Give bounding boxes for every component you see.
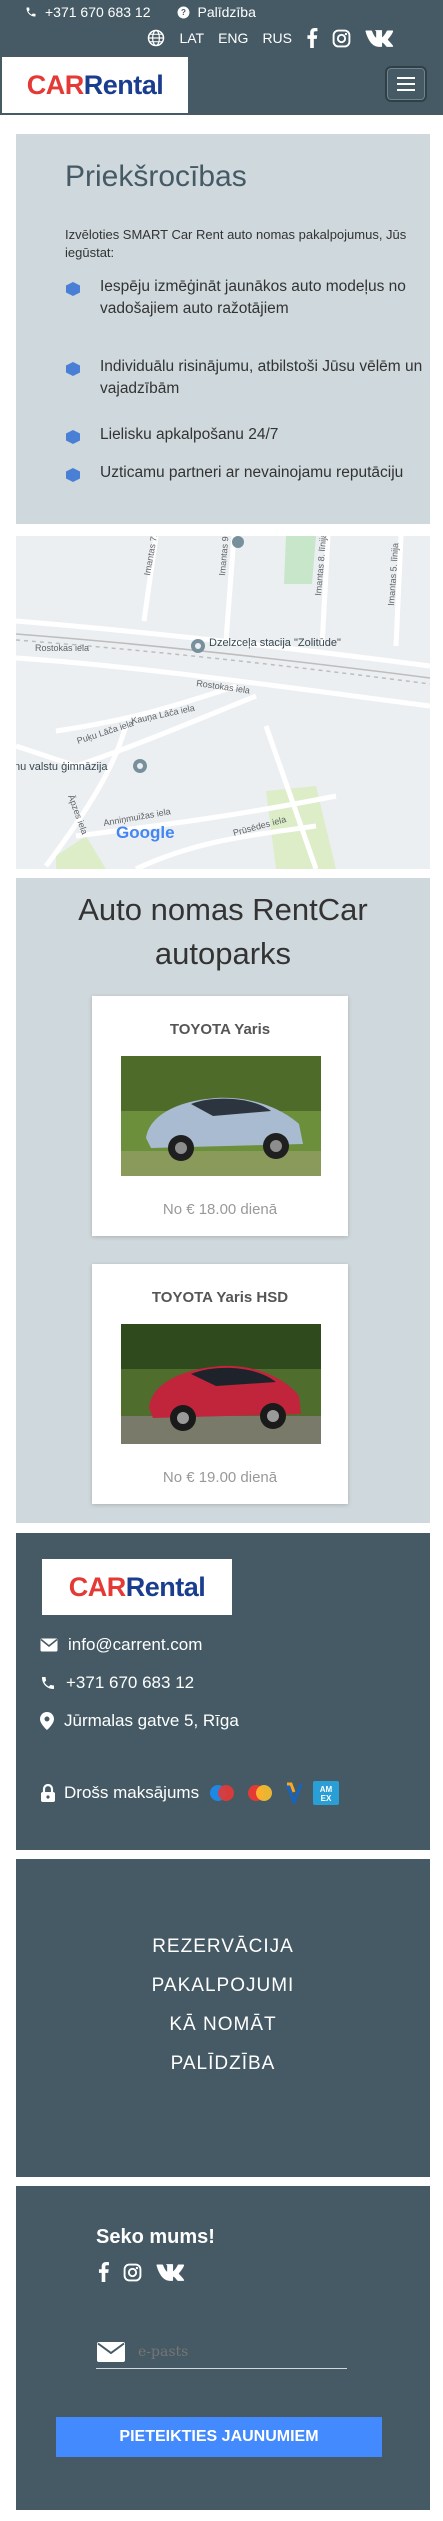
- hamburger-line: [397, 89, 415, 91]
- vk-icon[interactable]: [365, 29, 395, 47]
- amex-icon: AMEX: [313, 1781, 340, 1805]
- link-how-to-rent[interactable]: KĀ NOMĀT: [16, 2014, 430, 2036]
- lang-eng[interactable]: ENG: [218, 30, 248, 46]
- car-photo: [121, 1324, 321, 1444]
- advantages-title: Priekšrocības: [65, 160, 247, 193]
- subscribe-button[interactable]: PIETEIKTIES JAUNUMIEM: [56, 2417, 382, 2457]
- logo-rental: Rental: [83, 69, 164, 100]
- svg-text:EX: EX: [321, 1794, 332, 1803]
- logo-text: CARRental: [69, 1572, 206, 1603]
- advantage-text: Individuālu risinājumu, atbilstoši Jūsu …: [100, 358, 423, 397]
- car-name: TOYOTA Yaris HSD: [151, 1289, 289, 1306]
- map-pin-icon[interactable]: [232, 536, 244, 548]
- advantage-item: Iespēju izmēģināt jaunākos auto modeļus …: [66, 276, 430, 320]
- map-street-label: Rostokas iela: [35, 643, 89, 653]
- header: CARRental: [0, 55, 443, 115]
- envelope-icon: [97, 2341, 125, 2362]
- car-price: No € 19.00 dienā: [162, 1469, 278, 1486]
- svg-text:?: ?: [181, 8, 186, 17]
- contact-email[interactable]: info@carrent.com: [40, 1635, 202, 1655]
- car-name: TOYOTA Yaris: [169, 1021, 271, 1038]
- hexagon-bullet-icon: [66, 282, 80, 296]
- lock-icon: [41, 1783, 55, 1802]
- link-services[interactable]: PAKALPOJUMI: [16, 1975, 430, 1997]
- car-card[interactable]: TOYOTA Yaris No € 18.00 dienā: [92, 996, 348, 1236]
- advantage-item: Lielisku apkalpošanu 24/7: [66, 424, 430, 446]
- link-reservation[interactable]: REZERVĀCIJA: [16, 1936, 430, 1958]
- secure-payment-text: Drošs maksājums: [64, 1783, 200, 1802]
- contact-phone[interactable]: +371 670 683 12: [40, 1673, 194, 1693]
- contact-section: CARRental info@carrent.com +371 670 683 …: [16, 1533, 430, 1850]
- google-logo: Google: [116, 823, 175, 842]
- newsletter-email-input[interactable]: [138, 2343, 338, 2360]
- footer-logo[interactable]: CARRental: [42, 1559, 232, 1615]
- maestro-icon: [210, 1785, 235, 1801]
- advantages-intro: Izvēloties SMART Car Rent auto nomas pak…: [65, 227, 407, 260]
- car-price: No € 18.00 dienā: [162, 1201, 278, 1218]
- advantage-text: Uzticamu partneri ar nevainojamu reputāc…: [100, 464, 404, 481]
- logo-car: CAR: [26, 69, 85, 100]
- advantage-text: Iespēju izmēģināt jaunākos auto modeļus …: [100, 278, 406, 317]
- advantage-item: Individuālu risinājumu, atbilstoši Jūsu …: [66, 356, 430, 400]
- map-canvas[interactable]: Rostokas iela Rostokas iela Kauņa Lāča i…: [16, 536, 430, 869]
- topbar-help-text: Palīdzība: [197, 4, 256, 20]
- fleet-section: Auto nomas RentCar autoparks TOYOTA Yari…: [16, 878, 430, 1523]
- advantage-item: Uzticamu partneri ar nevainojamu reputāc…: [66, 462, 430, 484]
- hamburger-menu-button[interactable]: [385, 66, 427, 102]
- advantage-text: Lielisku apkalpošanu 24/7: [100, 426, 279, 443]
- phone-icon: [26, 7, 36, 17]
- footer-links: REZERVĀCIJA PAKALPOJUMI KĀ NOMĀT PALĪDZĪ…: [16, 1859, 430, 2177]
- instagram-icon[interactable]: [332, 29, 351, 48]
- vk-icon[interactable]: [156, 2263, 186, 2281]
- map-pin-icon[interactable]: [133, 759, 147, 773]
- logo-text: CARRental: [27, 70, 164, 101]
- location-map[interactable]: Rostokas iela Rostokas iela Kauņa Lāča i…: [16, 536, 430, 869]
- logo-rental: Rental: [125, 1571, 206, 1602]
- hamburger-line: [397, 83, 415, 85]
- car-card[interactable]: TOYOTA Yaris HSD No € 19.00 dienā: [92, 1264, 348, 1504]
- topbar-phone-text: +371 670 683 12: [45, 4, 151, 20]
- map-pin-icon[interactable]: [191, 639, 205, 653]
- newsletter-email-field[interactable]: [96, 2335, 347, 2369]
- globe-icon: [148, 29, 165, 47]
- visa-icon: [285, 1782, 303, 1804]
- hexagon-bullet-icon: [66, 362, 80, 376]
- mastercard-icon: [248, 1785, 273, 1801]
- topbar-phone[interactable]: +371 670 683 12: [25, 4, 151, 20]
- contact-phone-text: +371 670 683 12: [66, 1673, 195, 1692]
- secure-payment: Drošs maksājums AM EX: [40, 1781, 340, 1805]
- logo[interactable]: CARRental: [2, 57, 188, 113]
- lang-lat[interactable]: LAT: [179, 30, 204, 46]
- contact-address-text: Jūrmalas gatve 5, Rīga: [64, 1711, 239, 1730]
- map-place-label: Dzelzceļa stacija "Zolitūde": [209, 637, 341, 649]
- map-school-label: nu valstu ģimnāzija: [16, 760, 108, 773]
- topbar-help[interactable]: ? Palīdzība: [177, 4, 256, 20]
- contact-address: Jūrmalas gatve 5, Rīga: [40, 1711, 239, 1731]
- question-circle-icon: ?: [177, 6, 189, 18]
- phone-icon: [42, 1677, 54, 1689]
- hamburger-line: [397, 77, 415, 79]
- link-help[interactable]: PALĪDZĪBA: [16, 2053, 430, 2075]
- hexagon-bullet-icon: [66, 430, 80, 444]
- map-marker-icon: [40, 1712, 54, 1730]
- lang-rus[interactable]: RUS: [262, 30, 292, 46]
- facebook-icon[interactable]: [98, 2262, 109, 2282]
- follow-title: Seko mums!: [96, 2226, 215, 2248]
- car-photo: [121, 1056, 321, 1176]
- social-links: [98, 2262, 186, 2282]
- envelope-icon: [40, 1638, 58, 1652]
- contact-email-text: info@carrent.com: [68, 1635, 203, 1654]
- advantages-section: Priekšrocības Izvēloties SMART Car Rent …: [16, 134, 430, 524]
- svg-text:AM: AM: [320, 1785, 333, 1794]
- instagram-icon[interactable]: [123, 2263, 142, 2282]
- facebook-icon[interactable]: [306, 28, 318, 48]
- fleet-title: Auto nomas RentCar autoparks: [78, 892, 368, 971]
- follow-section: Seko mums! PIETEIKTIES JAUNUMIEM: [16, 2186, 430, 2510]
- logo-car: CAR: [68, 1571, 127, 1602]
- top-bar: +371 670 683 12 ? Palīdzība LAT ENG RUS: [0, 0, 443, 55]
- hexagon-bullet-icon: [66, 468, 80, 482]
